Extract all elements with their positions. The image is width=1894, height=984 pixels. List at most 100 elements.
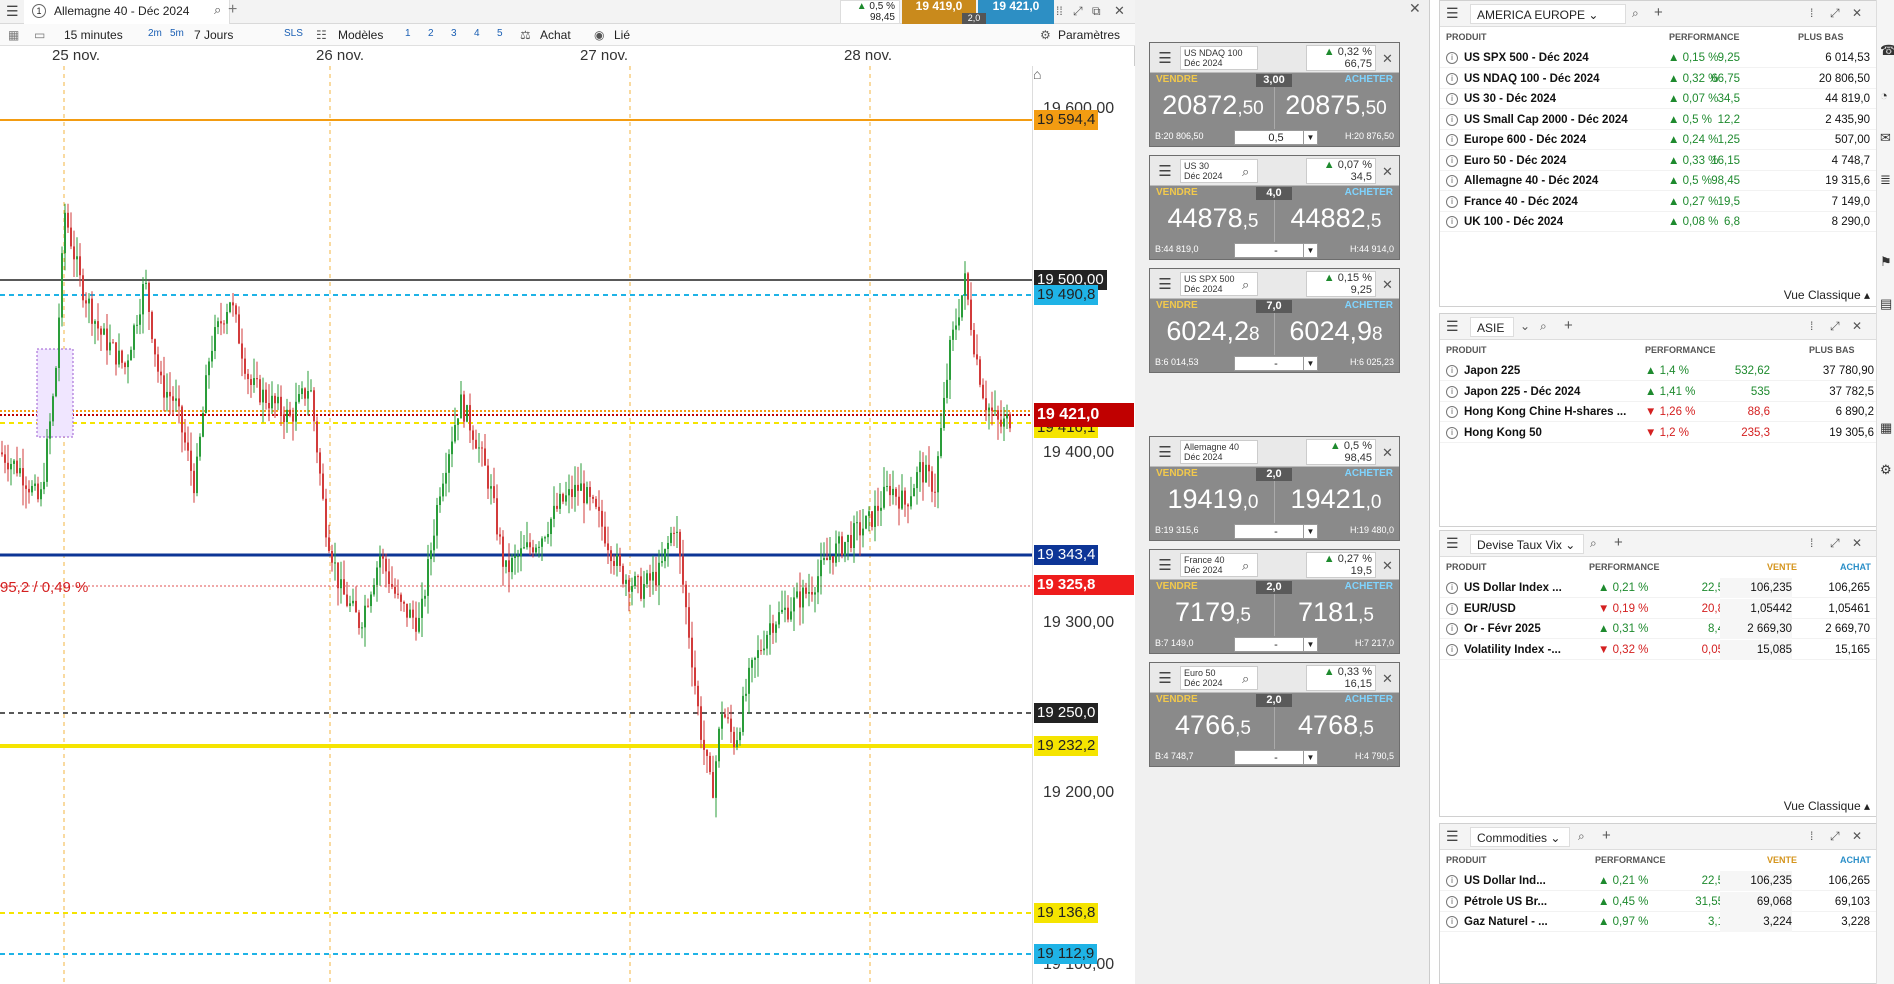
search-icon[interactable]: ⌕	[1242, 558, 1249, 574]
close-icon[interactable]: ✕	[1852, 829, 1862, 843]
buy-button[interactable]: 20875,50	[1278, 90, 1394, 121]
list-item[interactable]: i UK 100 - Déc 2024 ▲ 0,08 % 6,8 8 290,0	[1440, 212, 1876, 232]
layout-2-button[interactable]: 2	[428, 28, 434, 39]
settings-icon[interactable]: ⚙	[1880, 462, 1892, 478]
watchlist-title[interactable]: ASIE	[1470, 317, 1514, 337]
classic-view-button[interactable]: Vue Classique ▴	[1784, 288, 1870, 302]
info-icon[interactable]: i	[1446, 602, 1458, 615]
quantity-select[interactable]: - ▼	[1234, 243, 1318, 258]
search-icon[interactable]: ⌕	[214, 2, 221, 18]
close-icon[interactable]: ✕	[1852, 319, 1862, 333]
buy-price[interactable]: 1,05461	[1828, 599, 1870, 619]
list-item[interactable]: i EUR/USD ▼ 0,19 % 20,8 1,05442 1,05461	[1440, 598, 1876, 619]
col-performance[interactable]: PERFORMANCE	[1669, 32, 1740, 42]
info-icon[interactable]: i	[1446, 154, 1458, 167]
menu-icon[interactable]: ☰	[1446, 828, 1459, 845]
drag-handle-icon[interactable]: ⁞	[1810, 829, 1813, 843]
col-product[interactable]: PRODUIT	[1446, 562, 1487, 572]
classic-view-button[interactable]: Vue Classique ▴	[1784, 799, 1870, 813]
zoom-icon[interactable]: ⌕	[1540, 319, 1547, 334]
watchlist-title[interactable]: Commodities ⌄	[1470, 827, 1570, 847]
layout-5-button[interactable]: 5	[497, 28, 503, 39]
layout-4-button[interactable]: 4	[474, 28, 480, 39]
sell-button[interactable]: 6024,28	[1156, 316, 1270, 347]
list-item[interactable]: i Volatility Index -... ▼ 0,32 % 0,05 15,085…	[1440, 639, 1876, 660]
expand-icon[interactable]: ⤢	[1830, 319, 1840, 334]
sell-price[interactable]: 15,085	[1720, 639, 1792, 660]
sell-price[interactable]: 1,05442	[1720, 598, 1792, 619]
info-icon[interactable]: i	[1446, 623, 1458, 635]
list-item[interactable]: i Europe 600 - Déc 2024 ▲ 0,24 % 1,25 507,00	[1440, 130, 1876, 150]
menu-icon[interactable]: ☰	[1446, 5, 1459, 22]
layout-3-button[interactable]: 3	[451, 28, 457, 39]
col-low[interactable]: PLUS BAS	[1798, 32, 1844, 42]
col-sell[interactable]: VENTE	[1767, 562, 1797, 572]
orders-icon[interactable]: ≣	[1880, 172, 1891, 188]
list-item[interactable]: i Or - Févr 2025 ▲ 0,31 % 8,4 2 669,30 2 669,…	[1440, 619, 1876, 639]
sell-price[interactable]: 2 669,30	[1720, 619, 1792, 639]
buy-price[interactable]: 106,265	[1828, 871, 1870, 891]
buy-button[interactable]: 6024,98	[1278, 316, 1394, 347]
buy-price[interactable]: 3,228	[1841, 912, 1870, 932]
list-item[interactable]: i US NDAQ 100 - Déc 2024 ▲ 0,32 % 66,75 20 8…	[1440, 69, 1876, 89]
home-icon[interactable]: ⌂	[1033, 66, 1041, 82]
col-buy[interactable]: ACHAT	[1840, 855, 1871, 865]
watchlist-title[interactable]: AMERICA EUROPE ⌄	[1470, 4, 1626, 24]
expand-icon[interactable]: ⤢	[1830, 536, 1840, 551]
list-item[interactable]: i Japon 225 - Déc 2024 ▲ 1,41 % 535 37 782,5	[1440, 382, 1876, 402]
close-icon[interactable]: ✕	[1382, 558, 1393, 574]
sell-price[interactable]: 69,068	[1720, 891, 1792, 912]
range-select[interactable]: 7 Jours	[194, 28, 233, 42]
buy-button[interactable]: 4768,5	[1278, 710, 1394, 741]
buy-price[interactable]: 69,103	[1835, 892, 1870, 912]
expand-icon[interactable]: ⤢	[1830, 829, 1840, 844]
list-item[interactable]: i Pétrole US Br... ▲ 0,45 % 31,55 69,068 69,1…	[1440, 891, 1876, 912]
add-icon[interactable]: +	[1654, 4, 1663, 21]
tf-2m-button[interactable]: 2m	[148, 28, 162, 39]
search-icon[interactable]: ⌕	[1632, 6, 1639, 21]
sell-price[interactable]: 106,235	[1720, 871, 1792, 891]
calendar-icon[interactable]: ▦	[1880, 420, 1892, 436]
phone-icon[interactable]: ☎	[1880, 42, 1894, 59]
buy-button[interactable]: 7181,5	[1278, 597, 1394, 628]
search-icon[interactable]: ⌕	[1242, 671, 1249, 687]
close-icon[interactable]: ✕	[1382, 671, 1393, 687]
close-icon[interactable]: ✕	[1382, 277, 1393, 293]
ticket-instrument[interactable]: Allemagne 40 Déc 2024	[1180, 440, 1258, 464]
tab-allemagne-40[interactable]: 1 Allemagne 40 - Déc 2024 ⌕	[24, 0, 230, 24]
info-icon[interactable]: i	[1446, 875, 1458, 887]
candlestick-plot[interactable]: 95,2 / 0,49 %	[0, 66, 1032, 984]
popout-icon[interactable]: ⧉	[1092, 4, 1101, 19]
col-sell[interactable]: VENTE	[1767, 855, 1797, 865]
quantity-select[interactable]: - ▼	[1234, 750, 1318, 765]
list-item[interactable]: i France 40 - Déc 2024 ▲ 0,27 % 19,5 7 149,0	[1440, 192, 1876, 212]
info-icon[interactable]: i	[1446, 365, 1458, 377]
menu-icon[interactable]: ☰	[1154, 49, 1176, 67]
settings-button[interactable]: Paramètres	[1058, 28, 1120, 42]
buy-price[interactable]: 2 669,70	[1825, 619, 1870, 639]
alert-icon[interactable]: ⚑	[1880, 254, 1892, 270]
add-tab-button[interactable]: +	[228, 1, 237, 19]
tf-5m-button[interactable]: 5m	[170, 28, 184, 39]
chat-icon[interactable]: ✉	[1880, 130, 1891, 146]
info-icon[interactable]: i	[1446, 93, 1458, 105]
expand-icon[interactable]: ⤢	[1830, 6, 1840, 21]
sell-button[interactable]: 4766,5	[1156, 710, 1270, 741]
list-item[interactable]: i Hong Kong Chine H-shares ... ▼ 1,26 % 88,…	[1440, 402, 1876, 422]
buy-price[interactable]: 15,165	[1835, 640, 1870, 660]
col-buy[interactable]: ACHAT	[1840, 562, 1871, 572]
sell-button[interactable]: 20872,50	[1156, 90, 1270, 121]
list-item[interactable]: i US Small Cap 2000 - Déc 2024 ▲ 0,5 % 12,2…	[1440, 110, 1876, 130]
history-icon[interactable]: ◔	[1880, 88, 1888, 103]
drag-handle-icon[interactable]: ⁞	[1810, 6, 1813, 20]
list-item[interactable]: i Allemagne 40 - Déc 2024 ▲ 0,5 % 98,45 19 3…	[1440, 171, 1876, 191]
info-icon[interactable]: i	[1446, 916, 1458, 928]
sell-button[interactable]: 7179,5	[1156, 597, 1270, 628]
sell-price[interactable]: 3,224	[1720, 912, 1792, 932]
info-icon[interactable]: i	[1446, 52, 1458, 64]
search-icon[interactable]: ⌕	[1242, 277, 1249, 293]
menu-icon[interactable]: ☰	[1446, 535, 1459, 552]
info-icon[interactable]: i	[1446, 426, 1458, 439]
quantity-select[interactable]: 0,5 ▼	[1234, 130, 1318, 145]
ticket-instrument[interactable]: US NDAQ 100 Déc 2024	[1180, 46, 1258, 70]
